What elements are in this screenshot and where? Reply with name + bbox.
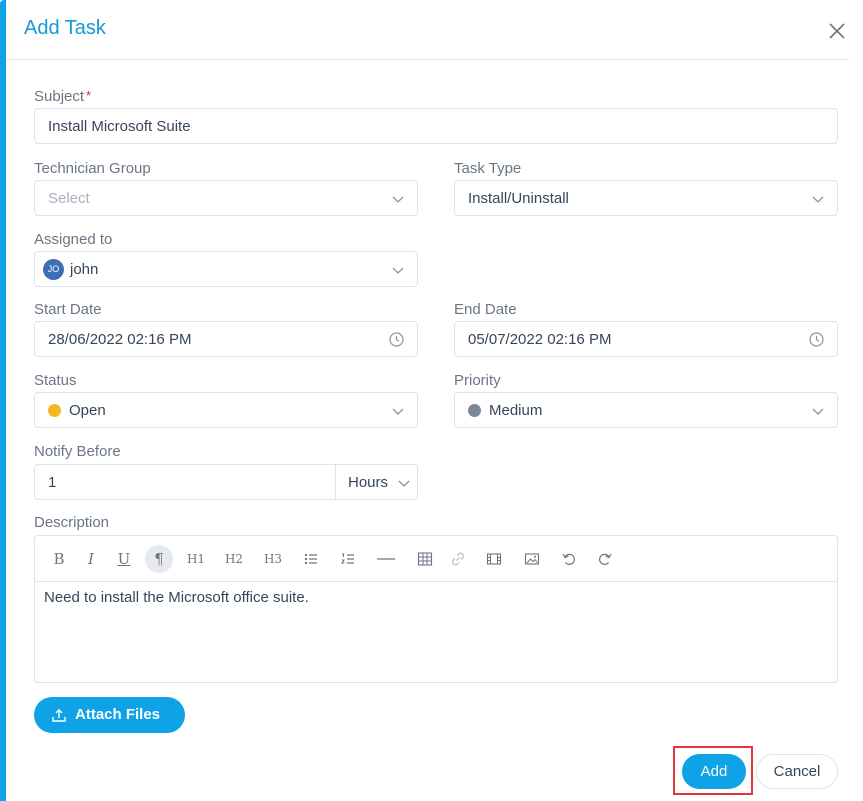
priority-value: Medium [489, 402, 543, 419]
avatar: JO [43, 259, 64, 280]
redo-icon[interactable] [591, 546, 619, 572]
dialog-header: Add Task [6, 0, 849, 60]
description-editor: B I U ¶ H1 H2 H3 Need to install the Mic… [34, 535, 838, 683]
required-mark: * [86, 88, 92, 103]
video-icon[interactable] [480, 546, 508, 572]
subject-label-text: Subject [34, 88, 85, 105]
horizontal-rule-icon[interactable] [372, 546, 400, 572]
paragraph-button[interactable]: ¶ [145, 545, 173, 573]
link-icon[interactable] [444, 546, 472, 572]
start-date-input[interactable]: 28/06/2022 02:16 PM [34, 321, 418, 357]
subject-label: Subject * [34, 88, 91, 105]
undo-icon[interactable] [555, 546, 583, 572]
start-date-value: 28/06/2022 02:16 PM [48, 331, 192, 348]
subject-value: Install Microsoft Suite [48, 118, 191, 135]
chevron-down-icon [392, 196, 404, 203]
subject-input[interactable]: Install Microsoft Suite [34, 108, 838, 144]
status-label: Status [34, 372, 77, 389]
add-task-dialog: Add Task Subject * Install Microsoft Suit… [6, 0, 863, 801]
add-button[interactable]: Add [682, 754, 746, 789]
status-dot [48, 404, 61, 417]
divider [335, 465, 336, 499]
task-type-select[interactable]: Install/Uninstall [454, 180, 838, 216]
bullet-list-icon[interactable] [297, 546, 325, 572]
bold-button[interactable]: B [45, 546, 73, 572]
description-label: Description [34, 514, 110, 531]
upload-icon [52, 709, 66, 722]
notify-before-label: Notify Before [34, 443, 121, 460]
description-text[interactable]: Need to install the Microsoft office sui… [44, 589, 309, 606]
underline-button[interactable]: U [110, 546, 138, 572]
heading-1-button[interactable]: H1 [182, 546, 210, 572]
start-date-label: Start Date [34, 301, 102, 318]
end-date-value: 05/07/2022 02:16 PM [468, 331, 612, 348]
end-date-input[interactable]: 05/07/2022 02:16 PM [454, 321, 838, 357]
status-select[interactable]: Open [34, 392, 418, 428]
assigned-to-value: john [70, 261, 99, 278]
notify-before-input[interactable]: 1 [48, 474, 56, 491]
image-icon[interactable] [518, 546, 546, 572]
notify-unit-select[interactable]: Hours [348, 474, 388, 491]
end-date-label: End Date [454, 301, 517, 318]
numbered-list-icon[interactable] [334, 546, 362, 572]
attach-files-label: Attach Files [75, 706, 161, 723]
priority-select[interactable]: Medium [454, 392, 838, 428]
attach-files-button[interactable]: Attach Files [34, 697, 185, 733]
chevron-down-icon [392, 408, 404, 415]
cancel-button[interactable]: Cancel [756, 754, 838, 789]
technician-group-placeholder: Select [48, 190, 90, 207]
dialog-title: Add Task [24, 17, 106, 39]
heading-2-button[interactable]: H2 [220, 546, 248, 572]
close-icon[interactable] [826, 20, 848, 42]
assigned-to-label: Assigned to [34, 231, 113, 248]
chevron-down-icon [398, 480, 410, 487]
clock-icon[interactable] [388, 331, 405, 348]
priority-dot [468, 404, 481, 417]
editor-toolbar: B I U ¶ H1 H2 H3 [35, 536, 837, 582]
italic-button[interactable]: I [77, 546, 105, 572]
chevron-down-icon [392, 267, 404, 274]
notify-before-field: 1 Hours [34, 464, 418, 500]
status-value: Open [69, 402, 106, 419]
heading-3-button[interactable]: H3 [259, 546, 287, 572]
technician-group-label: Technician Group [34, 160, 151, 177]
chevron-down-icon [812, 196, 824, 203]
table-icon[interactable] [411, 546, 439, 572]
chevron-down-icon [812, 408, 824, 415]
task-type-label: Task Type [454, 160, 522, 177]
technician-group-select[interactable]: Select [34, 180, 418, 216]
clock-icon[interactable] [808, 331, 825, 348]
priority-label: Priority [454, 372, 501, 389]
assigned-to-select[interactable]: JO john [34, 251, 418, 287]
task-type-value: Install/Uninstall [468, 190, 569, 207]
